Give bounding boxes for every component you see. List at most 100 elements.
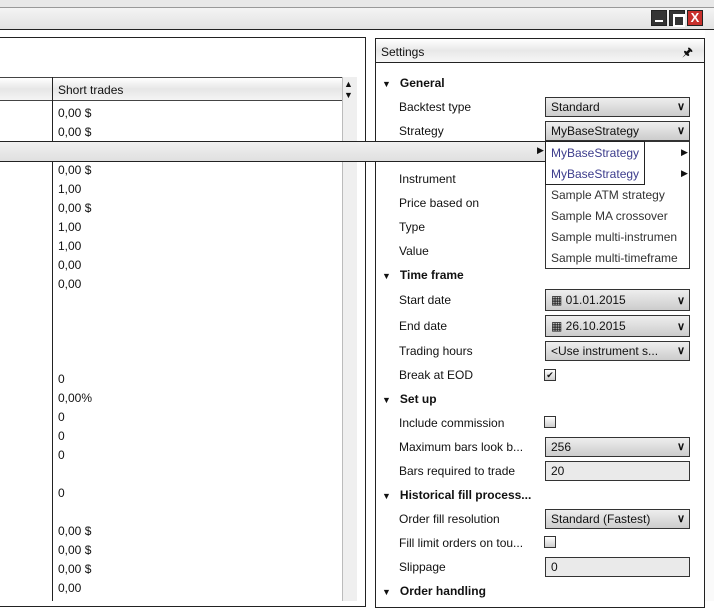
right-edge [705,30,714,601]
value-label: Value [399,244,429,258]
table-cell: 0 [58,410,65,424]
end-date-label: End date [399,319,448,333]
collapse-icon: ▼ [382,79,391,89]
column-header-short-trades[interactable]: Short trades [58,83,123,97]
slippage-label: Slippage [399,560,446,574]
select-value: <Use instrument s... [551,344,659,358]
table-cell: 0,00 $ [58,201,92,215]
chevron-down-icon: ∨ [676,441,685,453]
table-cell: 0,00 [58,258,82,272]
settings-header [376,39,704,63]
minimize-button[interactable] [651,10,667,26]
submenu-arrow-icon: ▶ [537,145,544,155]
strategy-option[interactable]: Sample ATM strategy [551,188,665,202]
scroll-down-icon[interactable]: ▼ [344,90,353,100]
context-menu-item[interactable] [0,141,545,162]
chevron-down-icon: ∨ [676,345,685,357]
select-value: Standard (Fastest) [551,512,651,526]
category-label: Order handling [399,584,486,598]
select-value: Standard [551,100,600,114]
table-cell: 0,00 $ [58,125,92,139]
collapse-icon: ▼ [382,395,391,405]
calendar-icon: ▦ [551,319,566,333]
table-cell: 0,00 $ [58,543,92,557]
table-cell: 0 [58,372,65,386]
table-cell: 0,00 [58,581,82,595]
table-cell: 0 [58,486,65,500]
strategy-option[interactable]: Sample multi-timeframe [551,251,678,265]
select-value: MyBaseStrategy [551,124,640,138]
break-eod-checkbox[interactable]: ✔ [544,369,556,381]
start-date-label: Start date [399,293,452,307]
table-cell: 0,00 $ [58,163,92,177]
table-cell: 0,00 $ [58,562,92,576]
category-time-frame[interactable]: ▼ Time frame [382,268,464,282]
table-cell: 1,00 [58,182,82,196]
select-value: 256 [551,440,572,454]
price-based-on-label: Price based on [399,196,480,210]
submenu-arrow-icon: ▶ [681,147,688,157]
table-cell: 1,00 [58,239,82,253]
chevron-down-icon: ∨ [676,101,685,113]
fill-limit-checkbox[interactable] [544,536,556,548]
chevron-down-icon: ∨ [676,321,685,333]
backtest-type-label: Backtest type [399,100,472,114]
category-order-handling[interactable]: ▼ Order handling [382,584,486,598]
select-value: 26.10.2015 [565,319,626,333]
table-cell: 0,00 $ [58,106,92,120]
settings-title: Settings [381,45,425,59]
strategy-option[interactable]: MyBaseStrategy [551,146,639,160]
strategy-label: Strategy [399,124,444,138]
category-label: Time frame [399,268,464,282]
select-value: 01.01.2015 [565,293,626,307]
max-bars-select[interactable]: 256 ∨ [545,437,690,457]
strategy-option[interactable]: Sample multi-instrumen [551,230,677,244]
table-cell: 0 [58,448,65,462]
slippage-input[interactable]: 0 [545,557,690,577]
table-cell: 0,00 $ [58,524,92,538]
max-bars-label: Maximum bars look b... [399,440,524,454]
order-fill-select[interactable]: Standard (Fastest) ∨ [545,509,690,529]
table-cell: 0 [58,429,65,443]
type-label: Type [399,220,426,234]
table-cell: 0,00% [58,391,93,405]
pin-icon[interactable]: 🖈︎ [682,43,693,64]
window-titlebar [0,8,714,30]
table-cell: 1,00 [58,220,82,234]
collapse-icon: ▼ [382,587,391,597]
category-set-up[interactable]: ▼ Set up [382,392,437,406]
strategy-option[interactable]: MyBaseStrategy [551,167,639,181]
category-historical-fill[interactable]: ▼ Historical fill process... [382,488,531,502]
maximize-button[interactable] [669,10,685,27]
calendar-icon: ▦ [551,293,566,307]
close-button[interactable]: X [687,10,703,26]
chevron-down-icon: ∨ [676,513,685,525]
submenu-arrow-icon: ▶ [681,168,688,178]
order-fill-label: Order fill resolution [399,512,500,526]
instrument-label: Instrument [399,172,456,186]
chevron-down-icon: ∨ [676,125,685,137]
chevron-down-icon: ∨ [676,295,685,307]
category-label: General [399,76,445,90]
include-commission-label: Include commission [399,416,505,430]
category-label: Historical fill process... [399,488,532,502]
category-general[interactable]: ▼ General [382,76,445,90]
strategy-option[interactable]: Sample MA crossover [551,209,668,223]
table-cell: 0,00 [58,277,82,291]
fill-limit-label: Fill limit orders on tou... [399,536,524,550]
scroll-up-icon[interactable]: ▲ [344,79,353,89]
trading-hours-select[interactable]: <Use instrument s... ∨ [545,341,690,361]
end-date-picker[interactable]: ▦ 26.10.2015 ∨ [545,315,690,337]
top-strip [0,0,714,8]
trading-hours-label: Trading hours [399,344,473,358]
bars-required-label: Bars required to trade [399,464,516,478]
strategy-select[interactable]: MyBaseStrategy ∨ [545,121,690,141]
results-panel [0,37,366,607]
collapse-icon: ▼ [382,491,391,501]
collapse-icon: ▼ [382,271,391,281]
bars-required-input[interactable]: 20 [545,461,690,481]
start-date-picker[interactable]: ▦ 01.01.2015 ∨ [545,289,690,311]
break-eod-label: Break at EOD [399,368,474,382]
backtest-type-select[interactable]: Standard ∨ [545,97,690,117]
include-commission-checkbox[interactable] [544,416,556,428]
